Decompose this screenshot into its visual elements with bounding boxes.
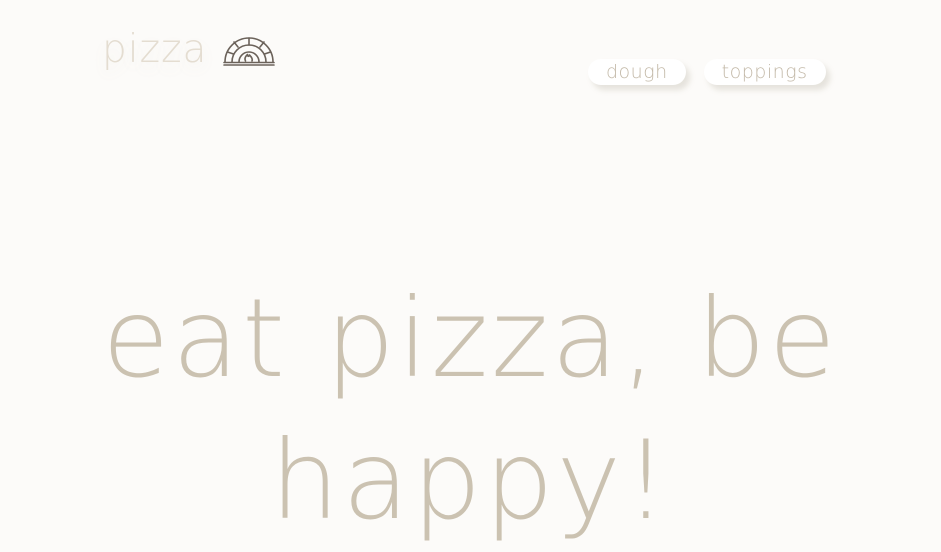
hero-line-1: eat pizza, be — [102, 275, 839, 402]
nav-toppings-button[interactable]: toppings — [703, 59, 826, 85]
logo-text: pizza — [102, 27, 208, 72]
pizza-oven-icon — [223, 34, 276, 66]
hero-line-2: happy! — [270, 417, 671, 544]
hero-heading: eat pizza, be happy! — [0, 268, 941, 552]
nav-dough-button[interactable]: dough — [588, 59, 686, 85]
site-logo[interactable]: pizza — [102, 27, 276, 72]
main-nav: dough toppings — [588, 59, 826, 85]
